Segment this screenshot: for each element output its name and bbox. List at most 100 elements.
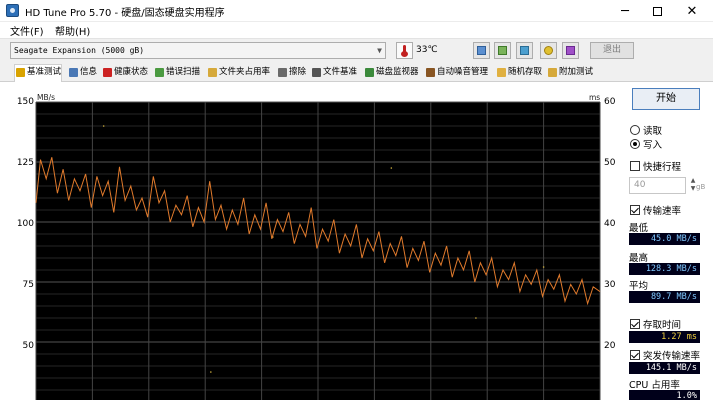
tab-error-scan[interactable]: 错误扫描 [154,65,200,80]
save-icon [520,46,529,55]
burst-rate-label: 突发传输速率 [643,351,701,362]
y-tick-right: 20 [604,341,616,351]
y-tick-right: 60 [604,97,616,107]
read-label: 读取 [643,126,663,137]
tab-health[interactable]: 健康状态 [102,65,148,80]
drive-select[interactable]: Seagate Expansion (5000 gB) ▼ [10,42,386,59]
burst-rate-value: 145.1 MB/s [629,362,700,374]
erase-icon [278,68,287,77]
toolbar: Seagate Expansion (5000 gB) ▼ 33℃ 退出 [0,38,713,62]
quick-stroke-checkbox[interactable] [630,161,640,171]
cpu-usage-label: CPU 占用率 [629,380,680,391]
copy-screenshot-button[interactable] [494,42,511,59]
file-icon [312,68,321,77]
read-radio[interactable] [630,125,640,135]
key-icon [544,46,553,55]
avg-value: 89.7 MB/s [629,291,700,303]
download-icon [566,46,575,55]
tab-label: 信息 [80,67,98,77]
copy-icon [477,46,486,55]
magnifier-icon [155,68,164,77]
tab-folder-usage[interactable]: 文件夹占用率 [207,65,270,80]
maximize-icon [652,6,662,16]
cpu-usage-value: 1.0% [629,390,700,400]
y-tick-left: 150 [16,97,34,107]
max-label: 最高 [629,253,649,264]
speaker-icon [426,68,435,77]
burst-rate-checkbox[interactable] [630,350,640,360]
tab-label: 文件夹占用率 [219,67,271,77]
tab-label: 附加测试 [559,67,594,77]
y-tick-left: 100 [16,219,34,229]
tab-bar: 基准测试 信息 健康状态 错误扫描 文件夹占用率 擦除 文件基准 磁盘监视器 自… [0,62,713,82]
quick-stroke-unit: gB [696,183,706,191]
tab-file-benchmark[interactable]: 文件基准 [311,65,357,80]
y-tick-left: 75 [22,280,34,290]
minimize-button[interactable]: ─ [608,0,642,22]
close-button[interactable]: ✕ [675,0,709,22]
access-time-dot [390,167,393,169]
quick-stroke-label: 快捷行程 [643,162,682,173]
temperature-value: 33℃ [416,45,438,55]
extra-tests-icon [548,68,557,77]
access-time-label: 存取时间 [643,320,682,331]
access-time-checkbox[interactable] [630,319,640,329]
menu-bar: 文件(F) 帮助(H) [0,22,713,38]
min-label: 最低 [629,223,649,234]
write-label: 写入 [643,140,663,151]
random-access-icon [497,68,506,77]
save-screenshot-button[interactable] [516,42,533,59]
tab-disk-monitor[interactable]: 磁盘监视器 [364,65,419,80]
download-button[interactable] [562,42,579,59]
window-title: HD Tune Pro 5.70 - 硬盘/固态硬盘实用程序 [25,8,225,19]
avg-label: 平均 [629,281,649,292]
drive-select-value: Seagate Expansion (5000 gB) [14,46,145,55]
access-time-dot [210,371,212,373]
write-radio[interactable] [630,139,640,149]
y-tick-left: 50 [22,341,34,351]
access-time-dot [542,266,545,268]
tab-info[interactable]: 信息 [68,65,97,80]
exit-button[interactable]: 退出 [590,42,634,59]
monitor-icon [365,68,374,77]
transfer-rate-checkbox[interactable] [630,205,640,215]
tab-label: 健康状态 [114,67,149,77]
tab-noise-management[interactable]: 自动噪音管理 [425,65,488,80]
benchmark-icon [16,68,25,77]
max-value: 128.3 MB/s [629,263,700,275]
access-time-dot [475,317,477,319]
thermometer-icon [396,42,413,59]
health-cross-icon [103,68,112,77]
y-tick-left: 125 [16,158,34,168]
camera-icon [498,46,507,55]
start-button[interactable]: 开始 [632,88,700,110]
min-value: 45.0 MB/s [629,233,700,245]
tab-benchmark[interactable]: 基准测试 [14,64,63,82]
tab-label: 错误扫描 [166,67,201,77]
quick-stroke-input[interactable]: 40 [629,177,686,194]
app-icon [6,4,19,17]
tab-label: 文件基准 [323,67,358,77]
benchmark-chart [35,101,601,400]
tab-label: 自动噪音管理 [437,67,489,77]
menu-help[interactable]: 帮助(H) [55,23,90,38]
options-button[interactable] [540,42,557,59]
tab-label: 基准测试 [27,67,62,77]
close-icon: ✕ [686,3,698,19]
tab-label: 擦除 [289,67,307,77]
copy-info-button[interactable] [473,42,490,59]
y-tick-right: 50 [604,158,616,168]
tab-random-access[interactable]: 随机存取 [496,65,542,80]
maximize-button[interactable] [640,0,674,22]
y-tick-right: 30 [604,280,616,290]
folder-icon [208,68,217,77]
chevron-down-icon: ▼ [377,46,382,55]
tab-label: 随机存取 [508,67,543,77]
access-time-value: 1.27 ms [629,331,700,343]
tab-extra-tests[interactable]: 附加测试 [547,65,593,80]
tab-erase[interactable]: 擦除 [277,65,306,80]
info-icon [69,68,78,77]
transfer-rate-label: 传输速率 [643,206,682,217]
menu-file[interactable]: 文件(F) [10,23,44,38]
minimize-icon: ─ [621,3,629,19]
